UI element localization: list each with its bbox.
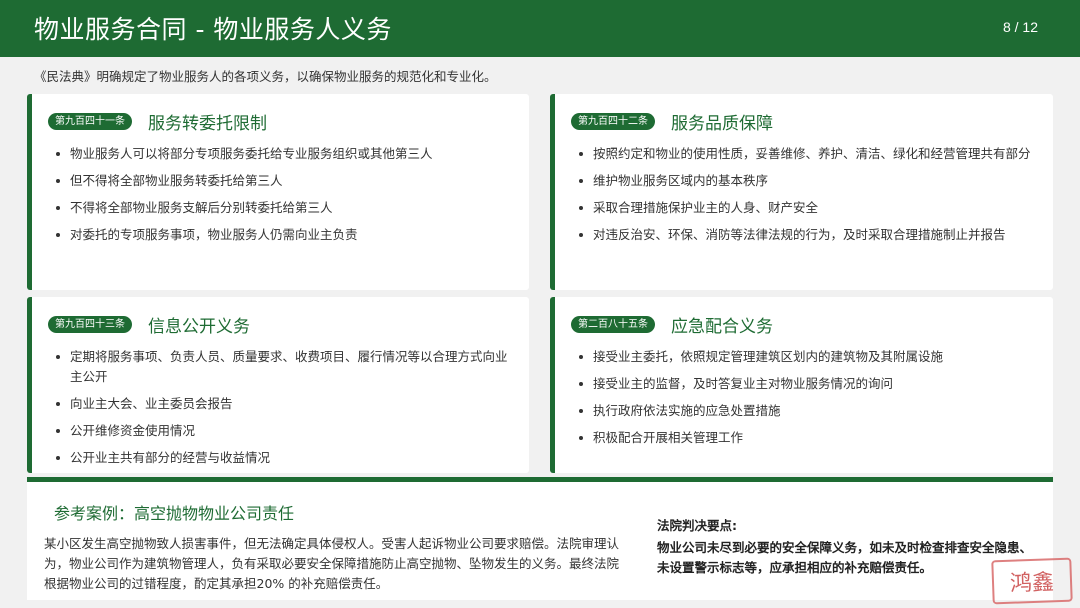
- intro-text: 《民法典》明确规定了物业服务人的各项义务，以确保物业服务的规范化和专业化。: [34, 69, 497, 84]
- card-title: 信息公开义务: [148, 316, 250, 337]
- page-title: 物业服务合同 - 物业服务人义务: [34, 15, 392, 44]
- list-item: 采取合理措施保护业主的人身、财产安全: [579, 198, 1039, 218]
- case-body: 某小区发生高空抛物致人损害事件，但无法确定具体侵权人。受害人起诉物业公司要求赔偿…: [44, 536, 620, 591]
- page-number: 8 / 12: [1002, 19, 1038, 35]
- card-title: 服务品质保障: [671, 113, 773, 134]
- bullet-list: 物业服务人可以将部分专项服务委托给专业服务组织或其他第三人 但不得将全部物业服务…: [56, 144, 515, 252]
- article-badge: 第九百四十一条: [48, 112, 132, 130]
- list-item: 接受业主的监督，及时答复业主对物业服务情况的询问: [579, 374, 1039, 394]
- list-item: 不得将全部物业服务支解后分别转委托给第三人: [56, 198, 515, 218]
- list-item: 定期将服务事项、负责人员、质量要求、收费项目、履行情况等以合理方式向业主公开: [56, 347, 515, 387]
- list-item: 物业服务人可以将部分专项服务委托给专业服务组织或其他第三人: [56, 144, 515, 164]
- card-title: 服务转委托限制: [148, 113, 267, 134]
- list-item: 但不得将全部物业服务转委托给第三人: [56, 171, 515, 191]
- card-article-941: 第九百四十一条 服务转委托限制 物业服务人可以将部分专项服务委托给专业服务组织或…: [27, 94, 529, 290]
- list-item: 公开维修资金使用情况: [56, 421, 515, 441]
- list-item: 维护物业服务区域内的基本秩序: [579, 171, 1039, 191]
- header-bar: 物业服务合同 - 物业服务人义务 8 / 12: [0, 0, 1080, 57]
- ruling-body: 物业公司未尽到必要的安全保障义务，如未及时检查排查安全隐患、未设置警示标志等，应…: [657, 540, 1033, 575]
- case-title: 参考案例：高空抛物物业公司责任: [54, 504, 295, 523]
- list-item: 对违反治安、环保、消防等法律法规的行为，及时采取合理措施制止并报告: [579, 225, 1039, 245]
- list-item: 对委托的专项服务事项，物业服务人仍需向业主负责: [56, 225, 515, 245]
- bullet-list: 定期将服务事项、负责人员、质量要求、收费项目、履行情况等以合理方式向业主公开 向…: [56, 347, 515, 475]
- list-item: 按照约定和物业的使用性质，妥善维修、养护、清洁、绿化和经营管理共有部分: [579, 144, 1039, 164]
- ruling-title: 法院判决要点:: [657, 518, 737, 533]
- card-title: 应急配合义务: [671, 316, 773, 337]
- list-item: 接受业主委托，依照规定管理建筑区划内的建筑物及其附属设施: [579, 347, 1039, 367]
- card-article-285: 第二百八十五条 应急配合义务 接受业主委托，依照规定管理建筑区划内的建筑物及其附…: [550, 297, 1053, 473]
- article-badge: 第二百八十五条: [571, 315, 655, 333]
- article-badge: 第九百四十三条: [48, 315, 132, 333]
- card-article-942: 第九百四十二条 服务品质保障 按照约定和物业的使用性质，妥善维修、养护、清洁、绿…: [550, 94, 1053, 290]
- list-item: 执行政府依法实施的应急处置措施: [579, 401, 1039, 421]
- case-study-panel: 参考案例：高空抛物物业公司责任 某小区发生高空抛物致人损害事件，但无法确定具体侵…: [27, 477, 1053, 600]
- card-article-943: 第九百四十三条 信息公开义务 定期将服务事项、负责人员、质量要求、收费项目、履行…: [27, 297, 529, 473]
- list-item: 公开业主共有部分的经营与收益情况: [56, 448, 515, 468]
- bullet-list: 按照约定和物业的使用性质，妥善维修、养护、清洁、绿化和经营管理共有部分 维护物业…: [579, 144, 1039, 252]
- list-item: 向业主大会、业主委员会报告: [56, 394, 515, 414]
- article-badge: 第九百四十二条: [571, 112, 655, 130]
- list-item: 积极配合开展相关管理工作: [579, 428, 1039, 448]
- watermark-stamp: 鸿鑫: [991, 557, 1073, 605]
- bullet-list: 接受业主委托，依照规定管理建筑区划内的建筑物及其附属设施 接受业主的监督，及时答…: [579, 347, 1039, 455]
